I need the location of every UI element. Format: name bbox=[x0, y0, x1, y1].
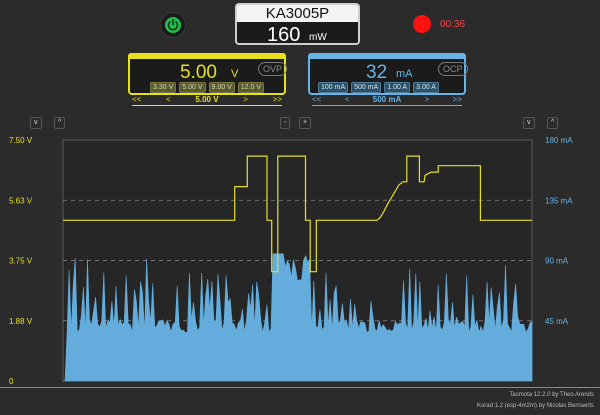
voltage-preset[interactable]: 3.30 V bbox=[150, 82, 177, 93]
power-button[interactable] bbox=[160, 12, 186, 38]
current-presets: 100 mA 500 mA 1.00 A 3.00 A bbox=[318, 82, 439, 93]
current-down-button[interactable]: < bbox=[345, 95, 350, 105]
current-preset[interactable]: 3.00 A bbox=[413, 82, 439, 93]
y-right-tick-label: 135 mA bbox=[545, 196, 573, 205]
voltage-preset[interactable]: 9.00 V bbox=[208, 82, 235, 93]
current-preset[interactable]: 1.00 A bbox=[384, 82, 411, 93]
right-scale-down-button[interactable]: v bbox=[523, 117, 535, 129]
power-value: 160 bbox=[267, 24, 301, 45]
voltage-down-button[interactable]: < bbox=[166, 95, 171, 105]
voltage-preset[interactable]: 5.00 V bbox=[179, 82, 206, 93]
zoom-out-button[interactable]: - bbox=[280, 117, 291, 129]
y-left-tick-label: 1.88 V bbox=[9, 317, 33, 326]
y-axis-right: 45 mA 90 mA 135 mA 180 mA bbox=[545, 136, 573, 326]
current-panel: 32 mA OCP 100 mA 500 mA 1.00 A 3.00 A bbox=[308, 53, 468, 95]
y-left-tick-label: 0 bbox=[9, 377, 14, 385]
left-scale-up-button[interactable]: ^ bbox=[54, 117, 66, 129]
measurement-chart: 0 1.88 V 3.75 V 5.63 V 7.50 V 45 mA 90 mA 135 … bbox=[9, 136, 573, 385]
voltage-up-button[interactable]: > bbox=[243, 95, 248, 105]
power-icon bbox=[165, 17, 181, 33]
y-left-tick-label: 5.63 V bbox=[9, 196, 33, 205]
power-unit: mW bbox=[309, 32, 327, 43]
ovp-button[interactable]: OVP bbox=[258, 62, 288, 76]
current-stepper: << < 500 mA > >> bbox=[312, 95, 462, 106]
y-left-tick-label: 7.50 V bbox=[9, 136, 33, 145]
voltage-unit: V bbox=[231, 68, 239, 80]
right-scale-up-button[interactable]: ^ bbox=[547, 117, 559, 129]
voltage-panel-bar bbox=[128, 53, 286, 59]
record-dot-icon[interactable] bbox=[413, 15, 431, 33]
voltage-fast-up-button[interactable]: >> bbox=[273, 95, 282, 105]
y-right-tick-label: 90 mA bbox=[545, 257, 569, 266]
current-setpoint: 500 mA bbox=[372, 95, 402, 104]
current-value: 32 bbox=[366, 62, 388, 83]
footer-divider bbox=[0, 387, 600, 388]
current-panel-bar bbox=[308, 53, 466, 59]
current-fast-down-button[interactable]: << bbox=[312, 95, 321, 105]
current-unit: mA bbox=[396, 68, 413, 80]
record-time: 00:36 bbox=[440, 19, 466, 30]
voltage-value: 5.00 bbox=[180, 62, 217, 83]
left-scale-down-button[interactable]: v bbox=[30, 117, 42, 129]
y-axis-left: 0 1.88 V 3.75 V 5.63 V 7.50 V bbox=[9, 136, 33, 385]
current-preset[interactable]: 100 mA bbox=[318, 82, 349, 93]
zoom-in-button[interactable]: + bbox=[299, 117, 312, 129]
footer-line-1: Tasmota 12.2.0 by Theo Arends bbox=[509, 392, 594, 398]
y-left-tick-label: 3.75 V bbox=[9, 257, 33, 266]
current-up-button[interactable]: > bbox=[425, 95, 430, 105]
device-name: KA3005P bbox=[237, 5, 358, 22]
voltage-presets: 3.30 V 5.00 V 9.00 V 12.0 V bbox=[150, 82, 264, 93]
y-right-tick-label: 180 mA bbox=[545, 136, 573, 145]
device-status-box: KA3005P 160 mW bbox=[235, 3, 360, 45]
footer-line-2: Korad 1.2 (esp-4m2m) by Nicolas Bernaert… bbox=[476, 403, 594, 409]
current-fast-up-button[interactable]: >> bbox=[453, 95, 462, 105]
y-right-tick-label: 45 mA bbox=[545, 317, 569, 326]
voltage-preset[interactable]: 12.0 V bbox=[237, 82, 264, 93]
voltage-panel: 5.00 V OVP 3.30 V 5.00 V 9.00 V 12.0 V bbox=[128, 53, 288, 95]
voltage-setpoint: 5.00 V bbox=[195, 95, 219, 104]
voltage-fast-down-button[interactable]: << bbox=[132, 95, 141, 105]
ocp-button[interactable]: OCP bbox=[438, 62, 468, 76]
voltage-stepper: << < 5.00 V > >> bbox=[132, 95, 282, 106]
current-preset[interactable]: 500 mA bbox=[351, 82, 382, 93]
